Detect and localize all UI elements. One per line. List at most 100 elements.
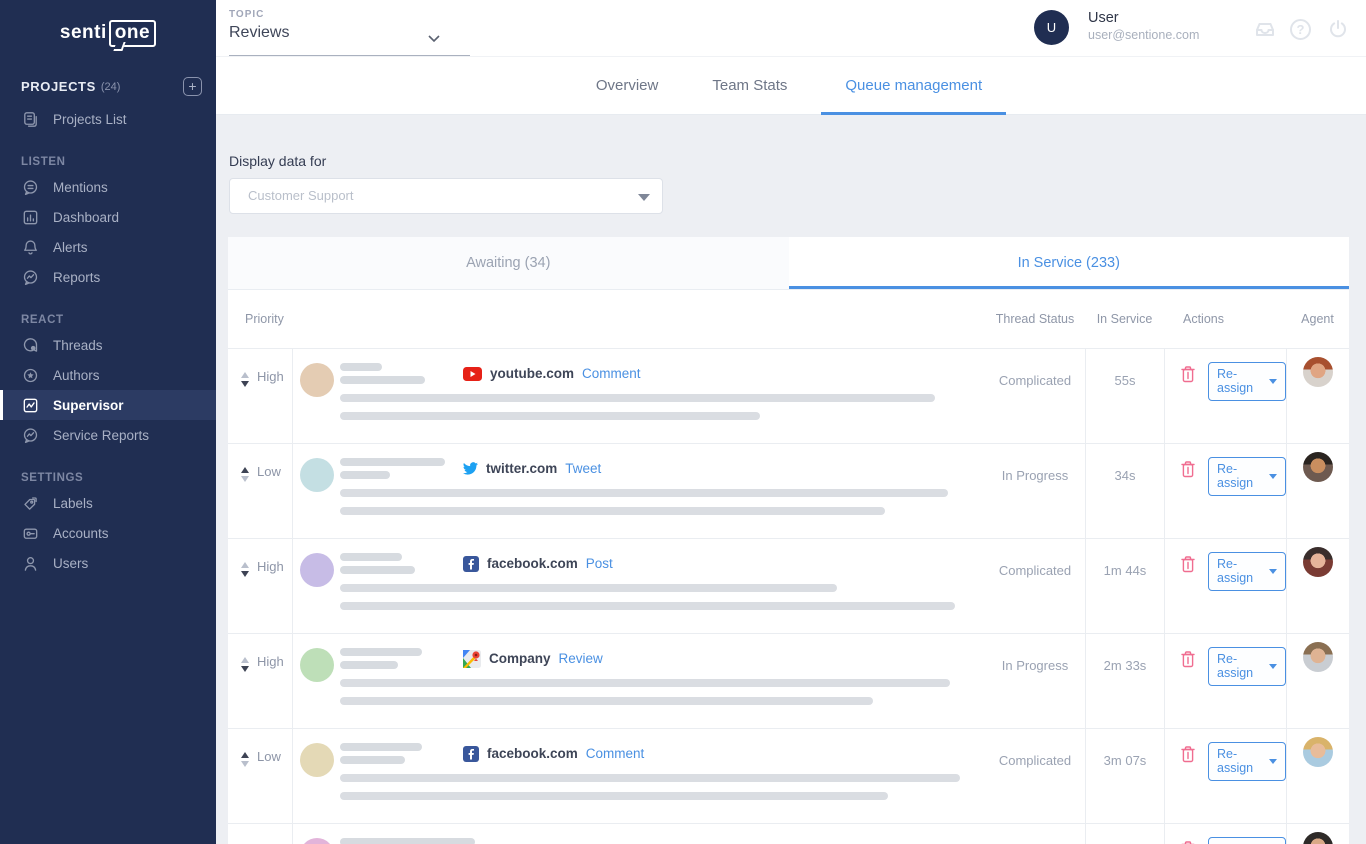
reassign-button[interactable]: Re-assign bbox=[1208, 552, 1286, 591]
sidebar-item-supervisor[interactable]: Supervisor bbox=[0, 390, 216, 420]
thread-type-link[interactable]: Review bbox=[559, 651, 603, 666]
projects-count: (24) bbox=[101, 81, 121, 93]
sidebar-item-threads[interactable]: Threads bbox=[0, 330, 216, 360]
queue-row: Low twitter.comTweetIn Progress34s Re-assi… bbox=[228, 443, 1349, 538]
priority-cell: Low bbox=[228, 824, 293, 844]
agent-avatar[interactable] bbox=[1303, 547, 1333, 577]
tab-queue-management[interactable]: Queue management bbox=[821, 57, 1006, 115]
agent-cell bbox=[1286, 729, 1349, 823]
sidebar-item-reports[interactable]: Reports bbox=[0, 262, 216, 292]
reassign-button[interactable]: Re-assign bbox=[1208, 837, 1286, 844]
trash-icon[interactable] bbox=[1180, 745, 1196, 764]
sidebar-item-label: Labels bbox=[53, 496, 93, 511]
topic-label: TOPIC bbox=[229, 9, 470, 20]
sidebar-item-label: Supervisor bbox=[53, 398, 124, 413]
table-body: Highyoutube.comCommentComplicated55sRe-a… bbox=[228, 348, 1349, 844]
actions-cell: Re-assign bbox=[1164, 824, 1286, 844]
topic-selector[interactable]: TOPIC Reviews bbox=[229, 9, 470, 56]
agent-avatar[interactable] bbox=[1303, 452, 1333, 482]
actions-cell: Re-assign bbox=[1164, 729, 1286, 823]
source-domain: facebook.com bbox=[487, 556, 578, 571]
priority-arrows-icon[interactable] bbox=[241, 369, 249, 443]
projects-label: PROJECTS bbox=[21, 79, 96, 94]
mentions-icon bbox=[21, 178, 40, 197]
tab-team-stats[interactable]: Team Stats bbox=[692, 57, 807, 115]
column-header-priority: Priority bbox=[228, 312, 985, 326]
power-icon[interactable] bbox=[1326, 17, 1350, 41]
agent-cell bbox=[1286, 349, 1349, 443]
thread-preview-cell[interactable]: facebook.com Post bbox=[293, 539, 985, 633]
agent-avatar[interactable] bbox=[1303, 642, 1333, 672]
sidebar-item-label: Service Reports bbox=[53, 428, 149, 443]
sidebar-item-label: Accounts bbox=[53, 526, 109, 541]
priority-arrows-icon[interactable] bbox=[241, 559, 249, 633]
sidebar-item-label: Authors bbox=[53, 368, 100, 383]
sidebar-item-authors[interactable]: Authors bbox=[0, 360, 216, 390]
sidebar-item-labels[interactable]: Labels bbox=[0, 488, 216, 518]
column-header-agent: Agent bbox=[1286, 312, 1349, 326]
thread-preview-cell[interactable]: youtube.comComment bbox=[293, 349, 985, 443]
trash-icon[interactable] bbox=[1180, 365, 1196, 384]
trash-icon[interactable] bbox=[1180, 650, 1196, 669]
thread-status: In Progress bbox=[985, 444, 1085, 538]
customer-avatar bbox=[300, 743, 334, 777]
queue-tab-awaiting-34-[interactable]: Awaiting (34) bbox=[228, 237, 789, 289]
agent-cell bbox=[1286, 634, 1349, 728]
priority-label: High bbox=[257, 559, 284, 633]
sidebar-item-alerts[interactable]: Alerts bbox=[0, 232, 216, 262]
queue-tab-in-service-233-[interactable]: In Service (233) bbox=[789, 237, 1350, 289]
user-menu[interactable]: U User user@sentione.com bbox=[1034, 10, 1199, 45]
priority-label: Low bbox=[257, 464, 281, 538]
sidebar-item-mentions[interactable]: Mentions bbox=[0, 172, 216, 202]
team-select[interactable]: Customer Support bbox=[229, 178, 663, 214]
thread-type-link[interactable]: Tweet bbox=[565, 461, 601, 476]
reassign-button[interactable]: Re-assign bbox=[1208, 647, 1286, 686]
agent-avatar[interactable] bbox=[1303, 832, 1333, 844]
queue-row: Highfacebook.comPostComplicated1m 44sRe-… bbox=[228, 538, 1349, 633]
sidebar-item-dashboard[interactable]: Dashboard bbox=[0, 202, 216, 232]
authors-icon bbox=[21, 366, 40, 385]
actions-cell: Re-assign bbox=[1164, 634, 1286, 728]
reassign-button[interactable]: Re-assign bbox=[1208, 362, 1286, 401]
trash-icon[interactable] bbox=[1180, 840, 1196, 844]
thread-type-link[interactable]: Comment bbox=[582, 366, 641, 381]
queue-row: Low Re-assign bbox=[228, 823, 1349, 844]
thread-type-link[interactable]: Post bbox=[586, 556, 613, 571]
trash-icon[interactable] bbox=[1180, 460, 1196, 479]
accounts-icon bbox=[21, 524, 40, 543]
sidebar-item-projects-list[interactable]: Projects List bbox=[0, 104, 216, 134]
agent-avatar[interactable] bbox=[1303, 737, 1333, 767]
thread-preview-cell[interactable]: facebook.comComment bbox=[293, 729, 985, 823]
avatar: U bbox=[1034, 10, 1069, 45]
sidebar-item-service-reports[interactable]: Service Reports bbox=[0, 420, 216, 450]
sidebar-item-accounts[interactable]: Accounts bbox=[0, 518, 216, 548]
inbox-icon[interactable] bbox=[1253, 17, 1277, 41]
thread-status: Complicated bbox=[985, 729, 1085, 823]
reassign-button[interactable]: Re-assign bbox=[1208, 742, 1286, 781]
add-project-button[interactable]: + bbox=[183, 77, 202, 96]
user-email: user@sentione.com bbox=[1088, 28, 1199, 42]
message-placeholder-bars bbox=[340, 394, 985, 420]
reassign-button[interactable]: Re-assign bbox=[1208, 457, 1286, 496]
agent-cell bbox=[1286, 444, 1349, 538]
priority-arrows-icon[interactable] bbox=[241, 464, 249, 538]
thread-preview-cell[interactable]: twitter.comTweet bbox=[293, 444, 985, 538]
thread-preview-cell[interactable] bbox=[293, 824, 985, 844]
agent-avatar[interactable] bbox=[1303, 357, 1333, 387]
thread-type-link[interactable]: Comment bbox=[586, 746, 645, 761]
sidebar-item-users[interactable]: Users bbox=[0, 548, 216, 578]
trash-icon[interactable] bbox=[1180, 555, 1196, 574]
help-icon[interactable]: ? bbox=[1290, 19, 1314, 43]
reassign-label: Re-assign bbox=[1217, 557, 1263, 585]
priority-arrows-icon[interactable] bbox=[241, 749, 249, 823]
priority-arrows-icon[interactable] bbox=[241, 654, 249, 728]
sidebar-item-label: Projects List bbox=[53, 112, 127, 127]
topbar: TOPIC Reviews U User user@sentione.com ? bbox=[216, 0, 1366, 57]
thread-preview-cell[interactable]: CompanyReview bbox=[293, 634, 985, 728]
sidebar-item-label: Users bbox=[53, 556, 88, 571]
tab-overview[interactable]: Overview bbox=[576, 57, 679, 115]
in-service-time: 34s bbox=[1085, 444, 1164, 538]
priority-label: High bbox=[257, 369, 284, 443]
actions-cell: Re-assign bbox=[1164, 539, 1286, 633]
caret-down-icon bbox=[1269, 569, 1277, 574]
